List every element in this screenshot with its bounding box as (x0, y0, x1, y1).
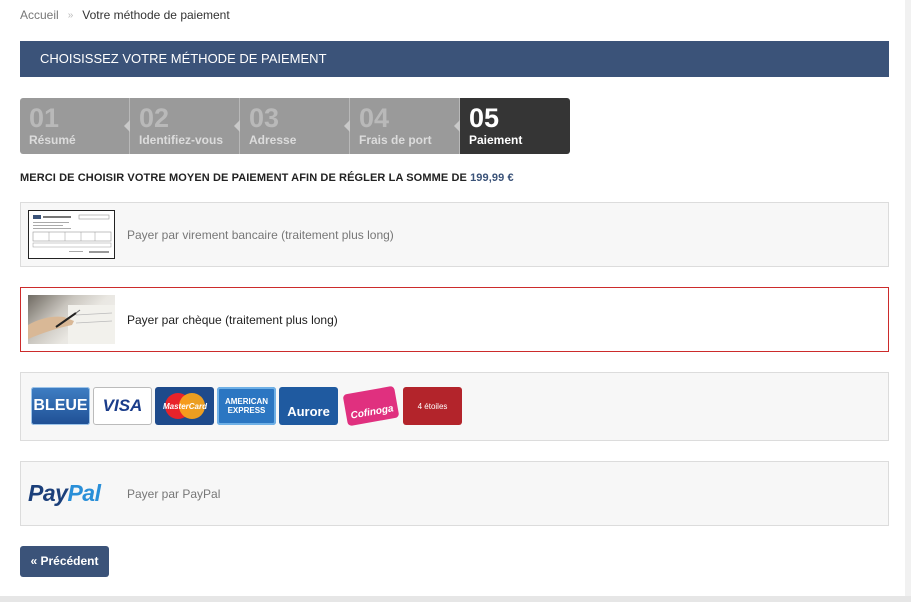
carte-bleue-logo: BLEUE (31, 387, 90, 425)
step-address[interactable]: 03 Adresse (240, 98, 350, 154)
bank-transfer-label: Payer par virement bancaire (traitement … (127, 228, 394, 242)
step-login[interactable]: 02 Identifiez-vous (130, 98, 240, 154)
payment-option-paypal[interactable]: PayPal Payer par PayPal (20, 461, 889, 526)
checkout-steps: 01 Résumé 02 Identifiez-vous 03 Adresse … (20, 98, 570, 154)
horizontal-scrollbar[interactable] (0, 596, 911, 602)
paypal-logo-pal: Pal (67, 480, 101, 506)
step-summary[interactable]: 01 Résumé (20, 98, 130, 154)
mastercard-logo: MasterCard (155, 387, 214, 425)
step-label: Identifiez-vous (139, 133, 224, 147)
card-name: BLEUE (33, 397, 88, 414)
card-name: Aurore (287, 404, 330, 419)
amex-logo: AMERICAN EXPRESS (217, 387, 276, 425)
step-label: Paiement (469, 133, 523, 147)
page-title: CHOISISSEZ VOTRE MÉTHODE DE PAIEMENT (20, 41, 889, 77)
bank-transfer-thumbnail (28, 210, 115, 259)
breadcrumb: Accueil » Votre méthode de paiement (20, 8, 230, 22)
4-etoiles-logo: 4 étoiles (403, 387, 462, 425)
aurore-logo: Aurore (279, 387, 338, 425)
step-number: 04 (359, 103, 390, 133)
card-name: AMERICAN EXPRESS (224, 397, 269, 415)
payment-option-cheque[interactable]: Payer par chèque (traitement plus long) (20, 287, 889, 352)
step-shipping[interactable]: 04 Frais de port (350, 98, 460, 154)
payment-instruction: MERCI DE CHOISIR VOTRE MOYEN DE PAIEMENT… (20, 172, 514, 184)
payment-option-card[interactable]: BLEUE VISA MasterCard AMERICAN EXPRESS A… (20, 372, 889, 441)
paypal-label: Payer par PayPal (127, 487, 221, 501)
card-name: 4 étoiles (417, 401, 448, 411)
cheque-label: Payer par chèque (traitement plus long) (127, 313, 338, 327)
previous-button[interactable]: « Précédent (20, 546, 109, 577)
order-amount: 199,99 € (470, 172, 514, 184)
step-label: Adresse (249, 133, 297, 147)
instruction-text: MERCI DE CHOISIR VOTRE MOYEN DE PAIEMENT… (20, 172, 471, 184)
card-name: MasterCard (162, 402, 207, 411)
paypal-logo-pay: Pay (28, 480, 68, 506)
step-number: 05 (469, 103, 500, 133)
visa-logo: VISA (93, 387, 152, 425)
step-number: 03 (249, 103, 280, 133)
step-label: Résumé (29, 133, 76, 147)
breadcrumb-separator: » (67, 9, 74, 21)
cofinoga-logo: Cofinoga (341, 385, 400, 427)
paypal-logo: PayPal (28, 480, 101, 507)
card-logos: BLEUE VISA MasterCard AMERICAN EXPRESS A… (31, 385, 462, 427)
breadcrumb-home-link[interactable]: Accueil (20, 8, 59, 22)
step-label: Frais de port (359, 133, 432, 147)
payment-option-bank-transfer[interactable]: Payer par virement bancaire (traitement … (20, 202, 889, 267)
breadcrumb-current: Votre méthode de paiement (82, 8, 230, 22)
step-payment: 05 Paiement (460, 98, 570, 154)
step-number: 01 (29, 103, 60, 133)
cofinoga-card: Cofinoga (342, 385, 399, 427)
card-name: Cofinoga (349, 403, 394, 422)
step-number: 02 (139, 103, 170, 133)
cheque-thumbnail (28, 295, 115, 344)
vertical-scrollbar[interactable] (905, 0, 911, 602)
card-name: VISA (102, 396, 143, 415)
